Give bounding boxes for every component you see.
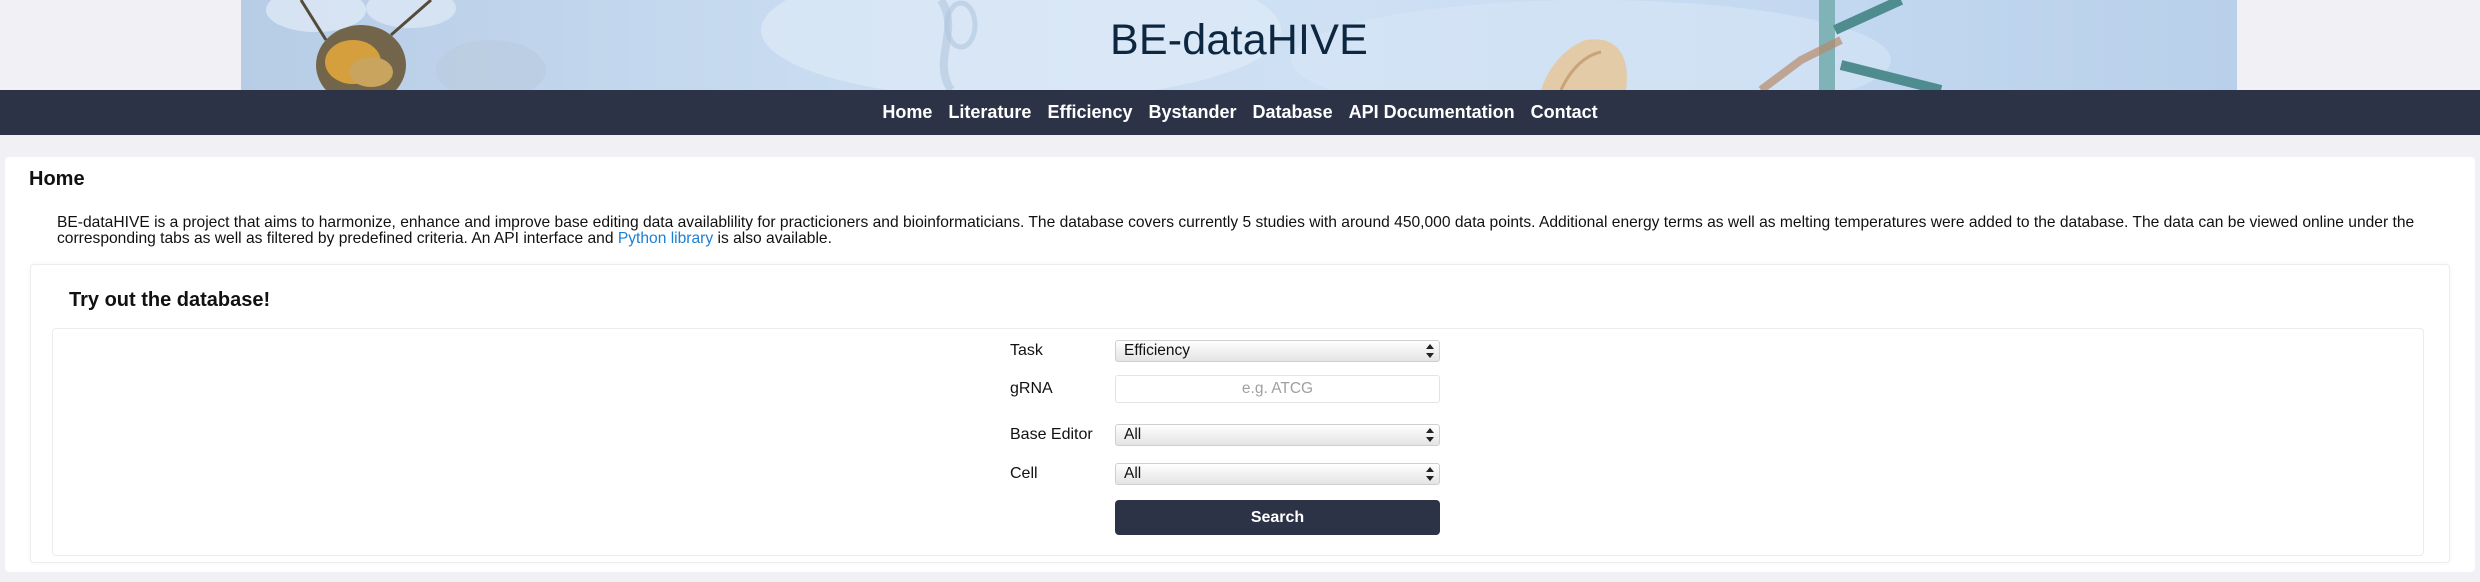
task-select[interactable]: Efficiency [1115,340,1440,362]
search-button[interactable]: Search [1115,500,1440,535]
nav-api-documentation[interactable]: API Documentation [1349,102,1515,123]
nav-literature[interactable]: Literature [948,102,1031,123]
base-editor-row: Base Editor All [53,422,2423,450]
nav-efficiency[interactable]: Efficiency [1047,102,1132,123]
base-editor-selected-value: All [1124,426,1142,443]
site-title: BE-dataHIVE [1110,16,1368,64]
base-editor-label: Base Editor [1010,426,1093,443]
try-database-title: Try out the database! [69,289,271,311]
nav-database[interactable]: Database [1253,102,1333,123]
try-database-card: Try out the database! Task Efficiency gR… [30,264,2450,563]
grna-input[interactable]: e.g. ATCG [1115,375,1440,403]
main-navbar: Home Literature Efficiency Bystander Dat… [0,90,2480,135]
cell-selected-value: All [1124,465,1142,482]
intro-text-end: is also available. [713,230,832,247]
banner-area: BE-dataHIVE [0,0,2480,90]
python-library-link[interactable]: Python library [618,230,713,247]
base-editor-select[interactable]: All [1115,424,1440,446]
task-selected-value: Efficiency [1124,342,1191,359]
header-banner: BE-dataHIVE [241,0,2237,90]
cell-label: Cell [1010,465,1038,482]
task-label: Task [1010,342,1043,359]
grna-row: gRNA e.g. ATCG [53,375,2423,403]
intro-paragraph: BE-dataHIVE is a project that aims to ha… [57,215,2437,247]
select-arrows-icon [1426,428,1434,442]
select-arrows-icon [1426,344,1434,358]
cell-row: Cell All [53,461,2423,489]
select-arrows-icon [1426,467,1434,481]
grna-label: gRNA [1010,380,1053,397]
search-form: Task Efficiency gRNA e.g. ATCG Base Edit… [52,328,2424,556]
nav-bystander[interactable]: Bystander [1149,102,1237,123]
intro-text: BE-dataHIVE is a project that aims to ha… [57,214,2415,247]
main-content-card: Home BE-dataHIVE is a project that aims … [5,157,2475,572]
cell-select[interactable]: All [1115,463,1440,485]
nav-home[interactable]: Home [882,102,932,123]
task-row: Task Efficiency [53,337,2423,365]
page-title: Home [29,168,85,190]
nav-contact[interactable]: Contact [1531,102,1598,123]
